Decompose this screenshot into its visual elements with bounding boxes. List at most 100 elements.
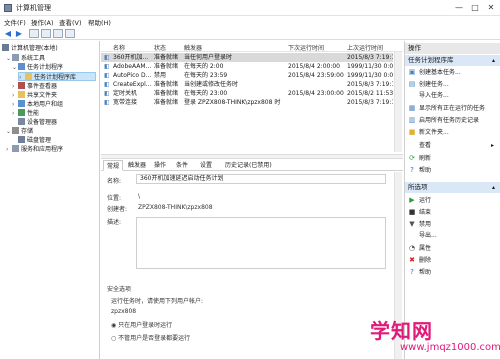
clock-icon xyxy=(18,63,25,70)
title-bar: 计算机管理 — □ ✕ xyxy=(0,0,500,16)
tree-item-task-scheduler[interactable]: ⌄ 任务计划程序 xyxy=(12,63,63,72)
tree-item-device-manager[interactable]: 设备管理器 xyxy=(18,118,57,127)
task-icon: ◧ xyxy=(104,90,110,97)
forward-arrow-icon[interactable]: ▶ xyxy=(14,29,24,38)
tree-item-storage[interactable]: ⌄ 存储 xyxy=(6,127,33,136)
actions-pane: 操作 任务计划程序库 ▴ ▣ 创建基本任务... ▤ 创建任务... 导入任务... … xyxy=(404,41,500,359)
new-folder-icon: ■ xyxy=(408,128,416,136)
action-refresh[interactable]: ⟳ 刷新 xyxy=(408,153,498,163)
back-arrow-icon[interactable]: ◀ xyxy=(3,29,13,38)
action-help-selected[interactable]: ? 帮助 xyxy=(408,267,498,277)
tab-settings[interactable]: 设置 xyxy=(197,160,215,171)
tab-triggers[interactable]: 触发器 xyxy=(125,160,149,171)
properties-icon[interactable] xyxy=(65,29,75,38)
create-task-icon: ▤ xyxy=(408,80,416,88)
action-export[interactable]: 导出... xyxy=(408,231,498,241)
only-logged-on-option[interactable]: ◉ 只在用户登录时运行 xyxy=(111,320,172,329)
task-icon: ◧ xyxy=(104,72,110,79)
history-icon: ▥ xyxy=(408,116,416,124)
table-row[interactable]: ◧ 宽带连接 准备就绪 登录 ZPZX808-THINK\zpzx808 时 2… xyxy=(101,98,393,107)
table-row[interactable]: ◧ CreateExpl... 准备就绪 当创建或修改任务时 2015/8/3 … xyxy=(101,80,393,89)
description-field[interactable] xyxy=(136,217,386,269)
table-row[interactable]: ◧ 定时关机 准备就绪 在每天的 23:00 2015/8/4 23:00:00… xyxy=(101,89,393,98)
tree-item-shared-folders[interactable]: › 共享文件夹 xyxy=(12,91,57,100)
action-enable-history[interactable]: ▥ 启用所有任务历史记录 xyxy=(408,115,498,125)
maximize-button[interactable]: □ xyxy=(468,2,482,14)
action-run[interactable]: ▶ 运行 xyxy=(408,195,498,205)
tab-general[interactable]: 常规 xyxy=(103,160,124,171)
tree-item-task-library[interactable]: › 任务计划程序库 xyxy=(18,72,96,81)
help-icon: ? xyxy=(410,166,414,174)
computer-icon xyxy=(2,44,9,51)
run-whether-logged-option[interactable]: ○ 不管用户是否登录都要运行 xyxy=(111,333,190,342)
radio-selected-icon[interactable]: ◉ xyxy=(111,322,116,329)
refresh-icon: ⟳ xyxy=(409,154,415,162)
watermark: 学知网 www.jmqz1000.com xyxy=(352,313,500,359)
task-icon: ◧ xyxy=(104,81,110,88)
table-row[interactable]: ◧ AdobeAAM... 准备就绪 在每天的 2:00 2015/8/4 2:… xyxy=(101,62,393,71)
run-as-label: 运行任务时，请使用下列用户帐户: xyxy=(111,298,204,305)
task-icon: ◧ xyxy=(104,99,110,106)
action-view[interactable]: 查看 ▸ xyxy=(408,141,498,151)
action-end[interactable]: ■ 结束 xyxy=(408,207,498,217)
watermark-title: 学知网 xyxy=(370,319,433,343)
event-viewer-icon xyxy=(18,82,25,89)
action-import-task[interactable]: 导入任务... xyxy=(408,91,498,101)
center-pane: 名称 状态 触发器 下次运行时间 上次运行时间 ◧ 360开机加... 准备就绪… xyxy=(101,41,403,359)
storage-icon xyxy=(12,127,19,134)
tree-root[interactable]: 计算机管理(本地) xyxy=(2,44,58,53)
action-properties[interactable]: ◔ 属性 xyxy=(408,243,498,253)
menu-file[interactable]: 文件(F) xyxy=(4,17,26,27)
minimize-button[interactable]: — xyxy=(452,2,466,14)
tree-item-system-tools[interactable]: ⌄ 系统工具 xyxy=(6,54,45,63)
actions-group-selected[interactable]: 所选项 ▴ xyxy=(405,182,500,193)
action-new-folder[interactable]: ■ 新文件夹... xyxy=(408,127,498,137)
location-label: 位置: xyxy=(107,195,122,202)
column-trigger[interactable]: 触发器 xyxy=(184,43,202,52)
up-folder-icon[interactable] xyxy=(29,29,39,38)
table-row[interactable]: ◧ 360开机加... 准备就绪 当任何用户登录时 2015/8/3 7:19:… xyxy=(101,53,393,62)
watermark-url: www.jmqz1000.com xyxy=(400,342,500,353)
create-basic-task-icon: ▣ xyxy=(408,68,416,76)
run-icon: ▶ xyxy=(409,196,415,204)
detail-tabs: 常规 触发器 操作 条件 设置 历史记录(已禁用) xyxy=(101,159,403,171)
actions-group-task-library[interactable]: 任务计划程序库 ▴ xyxy=(405,55,500,66)
properties-icon: ◔ xyxy=(408,244,416,252)
column-next-run[interactable]: 下次运行时间 xyxy=(288,43,324,52)
close-button[interactable]: ✕ xyxy=(484,2,498,14)
table-row[interactable]: ◧ AutoPico D... 禁用 在每天的 23:59 2015/8/4 2… xyxy=(101,71,393,80)
stop-icon: ■ xyxy=(408,208,416,216)
task-icon: ◧ xyxy=(104,63,110,70)
show-tree-icon[interactable] xyxy=(41,29,51,38)
tab-actions[interactable]: 操作 xyxy=(151,160,169,171)
tree-item-performance[interactable]: › 性能 xyxy=(12,109,39,118)
collapse-icon[interactable]: ▴ xyxy=(492,182,495,193)
menu-help[interactable]: 帮助(H) xyxy=(88,17,111,27)
column-last-run[interactable]: 上次运行时间 xyxy=(347,43,383,52)
action-create-basic-task[interactable]: ▣ 创建基本任务... xyxy=(408,67,498,77)
radio-icon[interactable]: ○ xyxy=(111,335,116,342)
column-name[interactable]: 名称 xyxy=(113,43,125,52)
action-disable[interactable]: ▼ 禁用 xyxy=(408,219,498,229)
action-show-running[interactable]: ▦ 显示所有正在运行的任务 xyxy=(408,103,498,113)
tree-item-disk-management[interactable]: 磁盘管理 xyxy=(18,136,51,145)
tab-history[interactable]: 历史记录(已禁用) xyxy=(222,160,275,171)
menu-view[interactable]: 查看(V) xyxy=(59,17,82,27)
tree-item-services-apps[interactable]: › 服务和应用程序 xyxy=(6,145,63,154)
security-options-label: 安全选项 xyxy=(107,286,132,293)
action-create-task[interactable]: ▤ 创建任务... xyxy=(408,79,498,89)
action-help[interactable]: ? 帮助 xyxy=(408,165,498,175)
column-status[interactable]: 状态 xyxy=(154,43,166,52)
author-value: ZPZX808-THINK\zpzx808 xyxy=(138,204,213,211)
help-icon[interactable] xyxy=(53,29,63,38)
tab-conditions[interactable]: 条件 xyxy=(173,160,191,171)
tree-item-local-users[interactable]: › 本地用户和组 xyxy=(12,100,63,109)
running-tasks-icon: ▦ xyxy=(408,104,416,112)
collapse-icon[interactable]: ▴ xyxy=(492,55,495,66)
task-list-scrollbar[interactable] xyxy=(394,52,402,152)
name-field[interactable]: 360开机加速延迟启动任务计划 xyxy=(136,174,386,184)
menu-action[interactable]: 操作(A) xyxy=(31,17,54,27)
folder-icon xyxy=(25,73,32,80)
action-delete[interactable]: ✖ 删除 xyxy=(408,255,498,265)
tree-item-event-viewer[interactable]: › 事件查看器 xyxy=(12,82,57,91)
